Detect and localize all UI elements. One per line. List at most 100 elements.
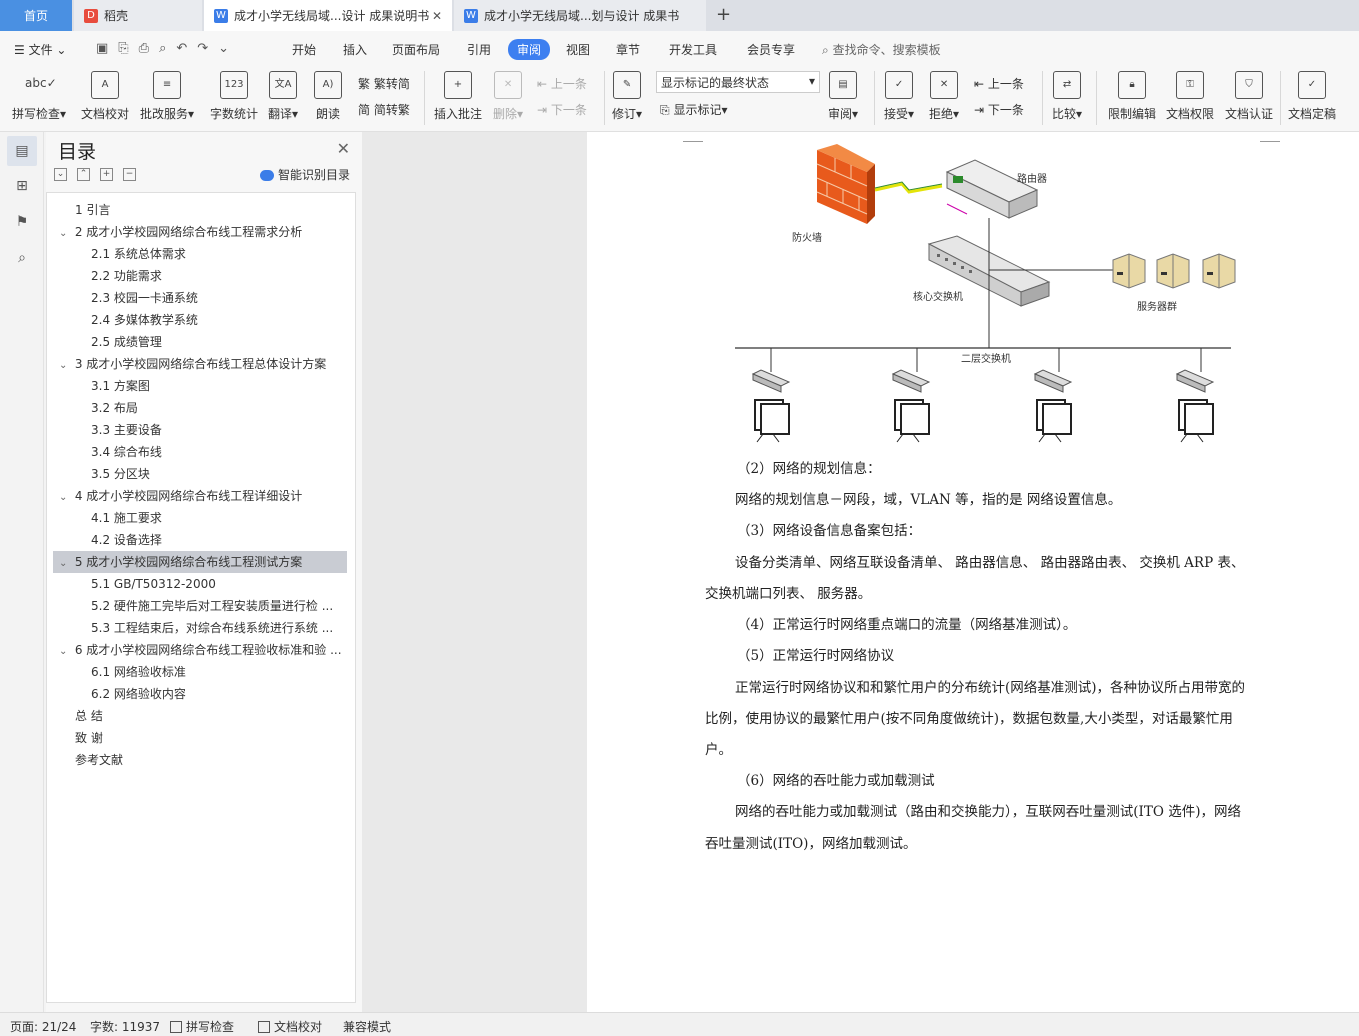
show-markup-button[interactable]: ⎘ 显示标记▾ — [660, 101, 727, 118]
ai-toc-button[interactable]: 智能识别目录 — [260, 166, 350, 183]
close-icon[interactable]: ✕ — [432, 9, 442, 23]
toc-item[interactable]: 参考文献 — [53, 749, 347, 771]
menu-review[interactable]: 审阅 — [508, 39, 551, 60]
toc-panel-icon[interactable]: ▤ — [7, 136, 37, 166]
menu-start[interactable]: 开始 — [292, 41, 316, 58]
tab-document-active[interactable]: W 成才小学无线局域...设计 成果说明书 ✕ — [204, 0, 452, 31]
toc-item[interactable]: 2.3 校园一卡通系统 — [53, 287, 347, 309]
collapse-all-icon[interactable]: ⌃ — [77, 168, 90, 181]
toc-item[interactable]: 总 结 — [53, 705, 347, 727]
toc-item[interactable]: 3.1 方案图 — [53, 375, 347, 397]
toc-item[interactable]: ⌄ 4 成才小学校园网络综合布线工程详细设计 — [53, 485, 347, 507]
ai-toc-label: 智能识别目录 — [278, 168, 351, 182]
doc-permission-label: 文档权限 — [1166, 107, 1215, 121]
toc-item[interactable]: 5.3 工程结束后，对综合布线系统进行系统 ... — [53, 617, 347, 639]
toc-item[interactable]: ⌄ 6 成才小学校园网络综合布线工程验收标准和验 ... — [53, 639, 347, 661]
toc-item[interactable]: 2.5 成绩管理 — [53, 331, 347, 353]
chevron-down-icon[interactable]: ⌄ — [59, 487, 71, 507]
toc-item[interactable]: ⌄ 2 成才小学校园网络综合布线工程需求分析 — [53, 221, 347, 243]
link-icon — [874, 182, 943, 194]
toc-item[interactable]: 6.2 网络验收内容 — [53, 683, 347, 705]
track-changes-button[interactable]: ✎ 修订▾ — [612, 71, 642, 122]
finalize-doc-label: 文档定稿 — [1288, 107, 1337, 121]
compare-label: 比较 — [1052, 107, 1077, 121]
menu-devtools[interactable]: 开发工具 — [669, 41, 717, 58]
command-search[interactable]: ⌕ 查找命令、搜索模板 — [822, 41, 941, 58]
toc-item[interactable]: 3.5 分区块 — [53, 463, 347, 485]
tab-home[interactable]: 首页 — [0, 0, 72, 31]
prev-comment-button[interactable]: ⇤ 上一条 — [537, 75, 587, 92]
toc-item[interactable]: ⌄ 3 成才小学校园网络综合布线工程总体设计方案 — [53, 353, 347, 375]
toc-item-label: 2 成才小学校园网络综合布线工程需求分析 — [74, 225, 303, 239]
prev-change-button[interactable]: ⇤ 上一条 — [974, 75, 1024, 92]
next-change-button[interactable]: ⇥ 下一条 — [974, 101, 1024, 118]
toc-item[interactable]: 3.3 主要设备 — [53, 419, 347, 441]
page-indicator[interactable]: 页面: 21/24 — [10, 1018, 76, 1035]
toc-item[interactable]: 5.2 硬件施工完毕后对工程安装质量进行检 ... — [53, 595, 347, 617]
review-pane-button[interactable]: ▤ 审阅▾ — [828, 71, 858, 122]
finalize-doc-button[interactable]: ✓ 文档定稿 — [1288, 71, 1336, 122]
menu-insert[interactable]: 插入 — [343, 41, 367, 58]
outline-icon[interactable]: ⊞ — [12, 176, 32, 196]
chevron-down-icon[interactable]: ⌄ — [59, 553, 71, 573]
document-page[interactable]: 路由器 防火墙 核心交换机 服务器群 二层交换机 （2）网络的规划信息： 网络的… — [587, 132, 1359, 1012]
quick-access-icons[interactable]: ▣⎘⎙⌕↶↷⌄ — [96, 41, 239, 56]
word-count-button[interactable]: 123 字数统计 — [210, 71, 258, 122]
menu-chapter[interactable]: 章节 — [616, 41, 640, 58]
server-cluster-icon — [1112, 253, 1236, 289]
tab-document-2[interactable]: W 成才小学无线局域...划与设计 成果书 — [454, 0, 706, 31]
menu-layout[interactable]: 页面布局 — [392, 41, 440, 58]
chevron-down-icon[interactable]: ⌄ — [59, 355, 71, 375]
expand-all-icon[interactable]: ⌄ — [54, 168, 67, 181]
toc-item[interactable]: 1 引言 — [53, 199, 347, 221]
doc-paragraph: 比例，使用协议的最繁忙用户(按不同角度做统计)，数据包数量,大小类型，对话最繁忙… — [705, 711, 1233, 727]
s2t-button[interactable]: 简 简转繁 — [358, 101, 410, 118]
status-doc-check[interactable]: 文档校对 — [258, 1018, 322, 1035]
tab-docer[interactable]: D 稻壳 — [74, 0, 202, 31]
toc-item[interactable]: 致 谢 — [53, 727, 347, 749]
doc-permission-button[interactable]: ⚿ 文档权限 — [1166, 71, 1214, 122]
menu-view[interactable]: 视图 — [566, 41, 590, 58]
read-aloud-button[interactable]: A) 朗读 — [314, 71, 342, 122]
search-icon[interactable]: ⌕ — [12, 248, 32, 268]
doc-cert-button[interactable]: ⛉ 文档认证 — [1225, 71, 1273, 122]
insert-comment-button[interactable]: + 插入批注 — [434, 71, 482, 122]
chevron-down-icon[interactable]: ⌄ — [59, 641, 71, 661]
bookmark-icon[interactable]: ⚑ — [12, 212, 32, 232]
restrict-edit-button[interactable]: 🔒︎ 限制编辑 — [1108, 71, 1156, 122]
batch-service-button[interactable]: ≡ 批改服务▾ — [140, 71, 194, 122]
doc-check-button[interactable]: A 文档校对 — [81, 71, 129, 122]
toc-item[interactable]: 6.1 网络验收标准 — [53, 661, 347, 683]
toc-item-selected[interactable]: ⌄ 5 成才小学校园网络综合布线工程测试方案 — [53, 551, 347, 573]
translate-button[interactable]: 文A 翻译▾ — [268, 71, 298, 122]
reject-button[interactable]: ✕ 拒绝▾ — [929, 71, 959, 122]
chevron-down-icon[interactable]: ⌄ — [59, 223, 71, 243]
word-doc-icon: W — [214, 8, 228, 23]
toc-item[interactable]: 2.2 功能需求 — [53, 265, 347, 287]
t2s-button[interactable]: 繁 繁转简 — [358, 75, 410, 92]
spell-check-button[interactable]: abc✓ 拼写检查▾ — [12, 71, 66, 122]
toc-item[interactable]: 3.4 综合布线 — [53, 441, 347, 463]
ribbon-divider — [874, 71, 875, 125]
toc-item[interactable]: 4.2 设备选择 — [53, 529, 347, 551]
word-count[interactable]: 字数: 11937 — [90, 1018, 160, 1035]
plus-icon[interactable]: + — [100, 168, 113, 181]
toc-item[interactable]: 2.4 多媒体教学系统 — [53, 309, 347, 331]
delete-comment-button[interactable]: ✕ 删除▾ — [493, 71, 523, 122]
status-spell-check[interactable]: 拼写检查 — [170, 1018, 234, 1035]
close-icon[interactable]: ✕ — [337, 139, 350, 158]
accept-button[interactable]: ✓ 接受▾ — [884, 71, 914, 122]
menu-member[interactable]: 会员专享 — [747, 41, 795, 58]
file-menu[interactable]: ☰ 文件 ⌄ — [14, 41, 66, 58]
toc-item[interactable]: 4.1 施工要求 — [53, 507, 347, 529]
compare-button[interactable]: ⇄ 比较▾ — [1052, 71, 1082, 122]
minus-icon[interactable]: − — [123, 168, 136, 181]
new-tab-icon[interactable]: + — [716, 4, 731, 25]
toc-item[interactable]: 2.1 系统总体需求 — [53, 243, 347, 265]
menu-reference[interactable]: 引用 — [467, 41, 491, 58]
next-comment-button[interactable]: ⇥ 下一条 — [537, 101, 587, 118]
markup-state-select[interactable]: 显示标记的最终状态 ▾ — [656, 71, 820, 93]
toc-item[interactable]: 3.2 布局 — [53, 397, 347, 419]
toc-item[interactable]: 5.1 GB/T50312-2000 — [53, 573, 347, 595]
toc-item-label: 1 引言 — [75, 203, 111, 217]
